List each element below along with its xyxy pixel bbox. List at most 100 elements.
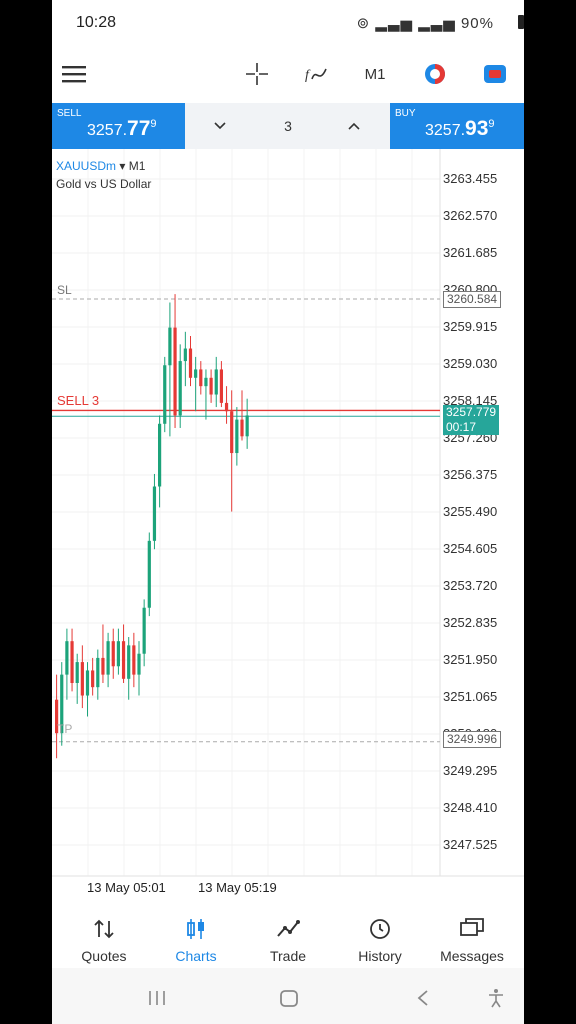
price-tick-label: 3255.490: [443, 504, 498, 519]
candle-body: [168, 327, 172, 366]
signal-icon: ▂▃▅: [375, 15, 414, 32]
candle-body: [132, 645, 136, 675]
candle-body: [224, 402, 229, 412]
candle-body: [152, 486, 157, 541]
candle-body: [235, 419, 239, 454]
volume-decrease-button[interactable]: [200, 103, 240, 149]
system-navigation-bar: [52, 968, 524, 1024]
price-tick-label: 3262.570: [443, 208, 498, 223]
nav-trade[interactable]: Trade: [241, 901, 335, 968]
price-tick-label: 3259.915: [443, 319, 498, 334]
candle-body: [194, 369, 198, 378]
sell-label: SELL: [57, 108, 82, 119]
phone-screen: 10:28 ⊚ ▂▃▅ ▂▃▅ 90% f M1 SELL 3257.779 3…: [52, 0, 524, 1024]
time-tick-label: 13 May 05:19: [198, 880, 277, 895]
candle-body: [127, 645, 131, 679]
candle-body: [116, 641, 120, 667]
candle-body: [85, 670, 90, 696]
price-chart[interactable]: XAUUSDm ▾ M1 Gold vs US Dollar 3263.455 3…: [52, 149, 524, 901]
nav-messages[interactable]: Messages: [425, 901, 519, 968]
candle-body: [188, 348, 193, 378]
candle-body: [106, 641, 110, 675]
time-tick-label: 13 May 05:01: [87, 880, 166, 895]
candle-body: [163, 365, 167, 424]
nav-history[interactable]: History: [333, 901, 427, 968]
candle-body: [204, 377, 208, 387]
battery-icon: [518, 15, 524, 29]
battery-level: 90%: [460, 15, 494, 32]
candle-body: [240, 419, 244, 437]
candle-body: [111, 641, 115, 667]
candle-body: [65, 641, 69, 675]
candle-body: [230, 411, 234, 454]
candle-body: [80, 662, 84, 696]
status-time: 10:28: [76, 14, 117, 31]
order-label[interactable]: SELL 3: [57, 393, 99, 408]
candle-body: [91, 670, 95, 688]
buy-label: BUY: [395, 108, 416, 119]
candle-body: [173, 327, 177, 416]
trade-icon: [277, 920, 300, 937]
price-tick-label: 3259.030: [443, 356, 498, 371]
one-click-trade-panel: SELL 3257.779 3 BUY 3257.939: [52, 103, 524, 149]
home-icon[interactable]: [280, 990, 298, 1007]
tp-price-tag: 3249.996: [443, 731, 502, 748]
one-click-trading-icon[interactable]: [480, 46, 510, 102]
candle-body: [178, 361, 182, 416]
nav-quotes[interactable]: Quotes: [57, 901, 151, 968]
price-tick-label: 3252.835: [443, 615, 498, 630]
sell-price: 3257.779: [87, 117, 157, 140]
objects-icon[interactable]: [420, 46, 450, 102]
price-tick-label: 3249.295: [443, 763, 498, 778]
candle-body: [70, 641, 74, 683]
chevron-down-icon: [214, 122, 226, 130]
recent-apps-icon[interactable]: [149, 991, 165, 1005]
price-tick-label: 3253.720: [443, 578, 498, 593]
price-tick-label: 3251.950: [443, 652, 498, 667]
chart-toolbar: f M1: [52, 46, 524, 102]
svg-text:f: f: [305, 68, 311, 83]
buy-button[interactable]: BUY 3257.939: [390, 103, 524, 149]
price-tick-label: 3261.685: [443, 245, 498, 260]
sl-label: SL: [57, 283, 72, 297]
price-tick-label: 3247.525: [443, 837, 498, 852]
candle-body: [199, 369, 203, 387]
back-icon[interactable]: [417, 990, 428, 1006]
sell-button[interactable]: SELL 3257.779: [52, 103, 185, 149]
history-icon: [370, 919, 390, 939]
chevron-up-icon: [348, 122, 360, 130]
crosshair-icon[interactable]: [242, 46, 272, 102]
sl-price-tag: 3260.584: [443, 291, 502, 308]
accessibility-icon[interactable]: [489, 989, 503, 1008]
candle-body: [219, 369, 223, 403]
tp-label: TP: [57, 722, 73, 736]
price-tick-label: 3256.375: [443, 467, 498, 482]
bar-countdown: 00:17: [446, 420, 477, 434]
price-tick-label: 3251.065: [443, 689, 498, 704]
status-icons: ⊚ ▂▃▅ ▂▃▅ 90%: [357, 14, 494, 32]
messages-icon: [460, 918, 484, 936]
charts-icon: [187, 919, 204, 939]
timeframe-button[interactable]: M1: [360, 46, 390, 102]
bid-price-tag: 3257.779 00:17: [443, 405, 500, 435]
volume-increase-button[interactable]: [334, 103, 374, 149]
menu-icon[interactable]: [58, 46, 90, 102]
candle-body: [137, 653, 141, 675]
indicators-icon[interactable]: f: [301, 46, 331, 102]
volume-value[interactable]: 3: [262, 118, 314, 134]
wifi-signal-icon: ▂▃▅: [418, 15, 456, 32]
candle-body: [96, 657, 100, 688]
candle-body: [142, 607, 146, 654]
quotes-icon: [94, 919, 114, 939]
chart-symbol: XAUUSDm ▾ M1: [56, 159, 146, 173]
candle-body: [121, 641, 126, 679]
chart-description: Gold vs US Dollar: [56, 177, 152, 191]
candle-body: [101, 657, 105, 675]
price-tick-label: 3248.410: [443, 800, 498, 815]
nav-charts[interactable]: Charts: [149, 901, 243, 968]
candle-body: [245, 415, 249, 437]
bottom-navigation: Quotes Charts Trade History Messages: [52, 901, 524, 968]
chart-canvas[interactable]: [52, 149, 524, 901]
candle-body: [75, 662, 79, 683]
price-tick-label: 3254.605: [443, 541, 498, 556]
